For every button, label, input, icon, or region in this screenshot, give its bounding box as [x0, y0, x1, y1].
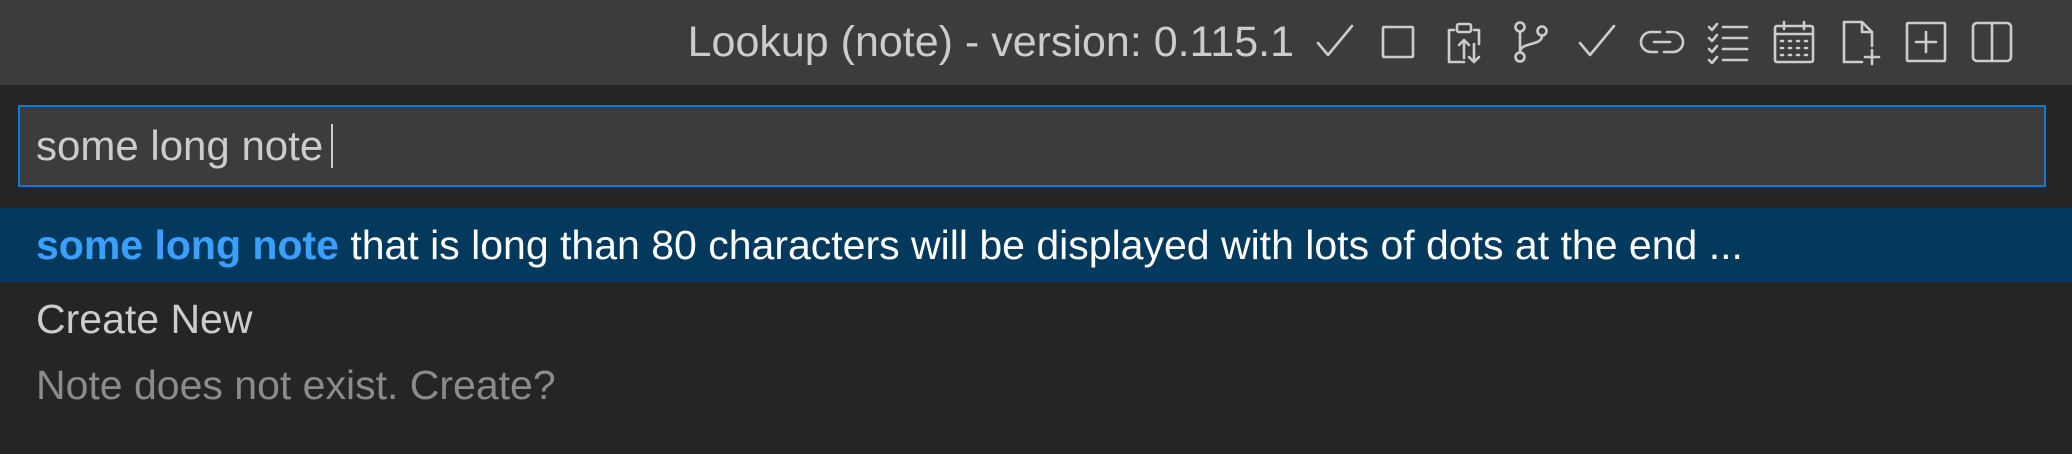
checkmark-icon[interactable] [1568, 14, 1624, 70]
checklist-icon[interactable] [1700, 14, 1756, 70]
text-caret [331, 123, 334, 168]
title-actions [1304, 0, 2072, 85]
branch-icon[interactable] [1502, 14, 1558, 70]
checkmark-icon[interactable] [1306, 14, 1362, 70]
result-item-selected[interactable]: some long note that is long than 80 char… [0, 208, 2072, 282]
quick-pick-title-bar: Lookup (note) - version: 0.115.1 [0, 0, 2072, 85]
result-label-rest: that is long than 80 characters will be … [338, 222, 1743, 268]
link-icon[interactable] [1634, 14, 1690, 70]
result-match-highlight: some long note [36, 222, 339, 268]
lookup-quick-pick: Lookup (note) - version: 0.115.1 some lo… [0, 0, 2072, 454]
lookup-input-value: some long note [36, 107, 334, 185]
square-icon[interactable] [1370, 14, 1426, 70]
create-new-description: Note does not exist. Create? [36, 362, 556, 408]
new-file-icon[interactable] [1832, 14, 1888, 70]
lookup-input-text: some long note [36, 122, 324, 169]
result-item-create-new[interactable]: Create New Note does not exist. Create? [0, 287, 2072, 417]
create-new-label: Create New [36, 296, 253, 342]
lookup-input[interactable]: some long note [18, 105, 2046, 187]
split-editor-icon[interactable] [1964, 14, 2020, 70]
clipboard-copy-icon[interactable] [1436, 14, 1492, 70]
add-box-icon[interactable] [1898, 14, 1954, 70]
quick-pick-title: Lookup (note) - version: 0.115.1 [687, 18, 1294, 66]
calendar-icon[interactable] [1766, 14, 1822, 70]
